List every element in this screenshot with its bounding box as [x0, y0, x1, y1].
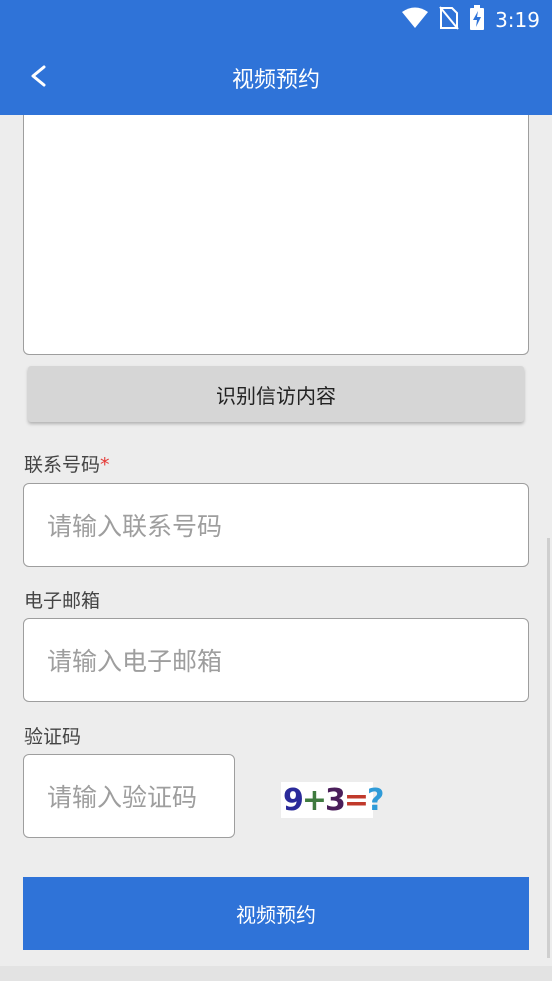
email-label: 电子邮箱	[24, 590, 101, 612]
wifi-icon	[401, 7, 429, 33]
required-mark: *	[100, 454, 110, 476]
submit-button[interactable]: 视频预约	[23, 877, 529, 950]
battery-charging-icon	[469, 5, 485, 35]
phone-label-text: 联系号码	[24, 454, 101, 476]
captcha-char: ?	[367, 782, 384, 818]
recognize-content-button[interactable]: 识别信访内容	[28, 366, 524, 422]
phone-placeholder: 请输入联系号码	[47, 512, 223, 541]
petition-content-textarea[interactable]	[23, 115, 529, 355]
phone-label: 联系号码*	[24, 450, 110, 477]
phone-input[interactable]: 请输入联系号码	[23, 483, 529, 567]
bottom-edge	[0, 966, 552, 981]
captcha-char: 3	[325, 782, 346, 818]
app-bar: 视频预约	[0, 40, 552, 115]
email-input[interactable]: 请输入电子邮箱	[23, 618, 529, 702]
email-placeholder: 请输入电子邮箱	[47, 647, 223, 676]
status-icons: 3:19	[401, 5, 540, 35]
captcha-placeholder: 请输入验证码	[47, 783, 198, 812]
no-sim-icon	[439, 6, 459, 34]
page-title: 视频预约	[231, 68, 320, 93]
captcha-label: 验证码	[24, 726, 82, 748]
captcha-char: +	[301, 782, 327, 818]
captcha-char: 9	[283, 782, 304, 818]
status-time: 3:19	[495, 8, 540, 32]
captcha-char: =	[343, 782, 369, 818]
captcha-image[interactable]: 9 +3 =?	[281, 782, 384, 818]
captcha-input[interactable]: 请输入验证码	[23, 754, 235, 838]
scrollbar[interactable]	[547, 538, 550, 958]
status-bar: 3:19	[0, 0, 552, 40]
